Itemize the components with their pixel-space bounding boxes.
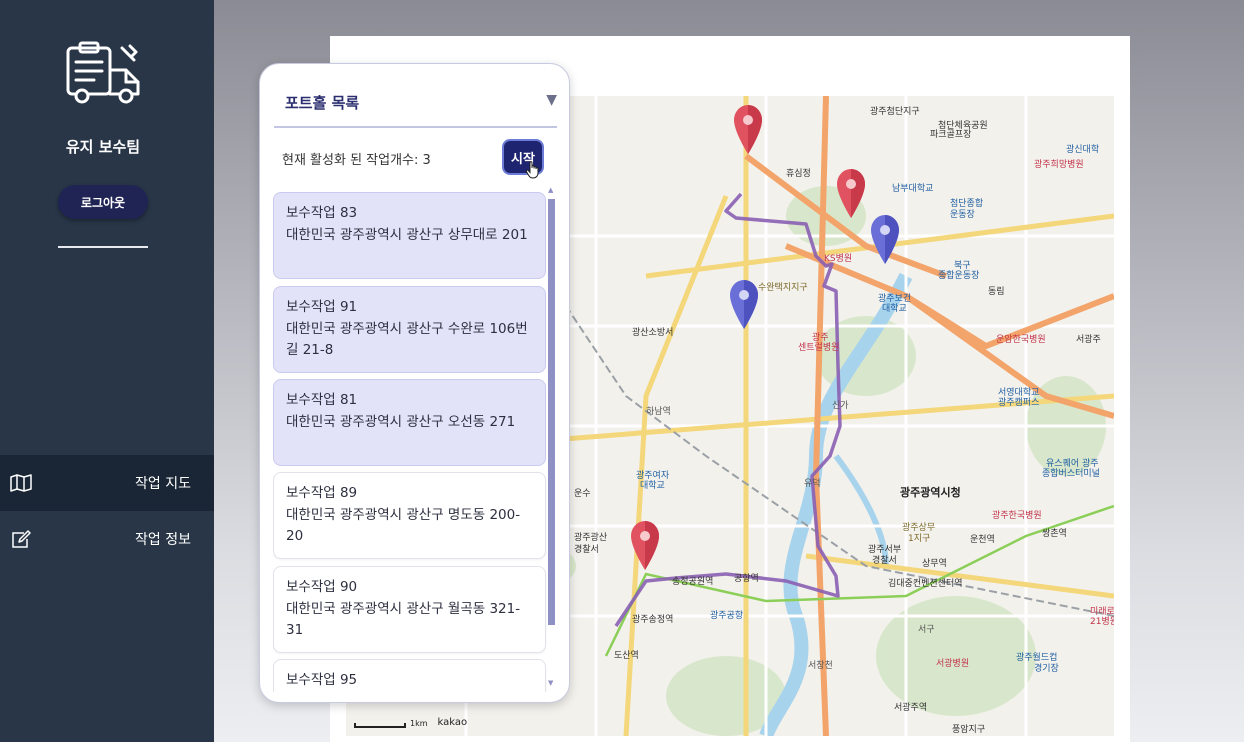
map-label: 도산역 [614, 651, 639, 661]
team-name: 유지 보수팀 [65, 138, 141, 156]
scroll-down-icon[interactable]: ▼ [548, 679, 553, 687]
map-label: 경찰서 [574, 545, 599, 555]
map-label: 유덕 [804, 479, 821, 489]
task-address: 대한민국 광주광역시 광산구 수완로 106번길 21-8 [286, 320, 528, 359]
map-label: 운천역 [970, 535, 995, 545]
map-label: 서광주역 [894, 703, 928, 713]
map-label: 광주첨단지구 [870, 107, 920, 117]
map-label: 경기장 [1034, 664, 1059, 674]
scrollbar-thumb[interactable] [548, 199, 555, 625]
scale-bar [354, 723, 406, 728]
blue-pin-icon[interactable] [870, 214, 900, 266]
map-label: 서광주 [1076, 335, 1101, 345]
map-label: 21병원 [1090, 617, 1114, 627]
hand-cursor-icon [525, 161, 539, 179]
map-label: 파크골프장 [930, 130, 972, 140]
map-label: 대학교 [882, 304, 907, 314]
task-title: 보수작업 89 [286, 485, 358, 501]
scroll-up-icon[interactable]: ▲ [548, 186, 553, 194]
panel-title: 포트홀 목록 [285, 94, 360, 112]
map-label: 풍암지구 [952, 725, 986, 735]
task-address: 대한민국 광주광역시 광산구 월곡동 321-31 [286, 600, 521, 639]
map-label: 운수 [574, 489, 591, 499]
map-label: 광신대학 [1066, 145, 1100, 155]
map-scale: 1km kakao [354, 717, 467, 728]
task-item[interactable]: 보수작업 90 대한민국 광주광역시 광산구 월곡동 321-31 [273, 566, 546, 653]
map-label: 공항역 [734, 574, 759, 584]
red-pin-icon[interactable] [836, 168, 866, 220]
map-label: KS병원 [824, 254, 853, 264]
task-address: 대한민국 광주광역시 광산구 상무대로 201 [286, 226, 528, 243]
edit-icon [12, 530, 31, 548]
map-label: 수완택지지구 [758, 283, 808, 293]
map-label: 광산소방서 [632, 328, 674, 338]
task-title: 보수작업 81 [286, 392, 358, 408]
blue-pin-icon[interactable] [729, 279, 759, 331]
map-label: 광주광역시청 [900, 486, 961, 499]
nav-label: 작업 정보 [135, 532, 191, 548]
task-title: 보수작업 95 [286, 672, 358, 688]
map-label: 운암한국병원 [996, 335, 1046, 345]
nav-item-task-info[interactable]: 작업 정보 [0, 511, 214, 567]
map-label: 광주한국병원 [992, 511, 1042, 521]
map-label: 대학교 [640, 481, 665, 491]
map-label: 쌍촌역 [1042, 529, 1067, 539]
task-item[interactable]: 보수작업 91 대한민국 광주광역시 광산구 수완로 106번길 21-8 [273, 286, 546, 373]
pothole-list-panel: 포트홀 목록 ▼ 현재 활성화 된 작업개수: 3 시작 보수작업 83 대한민… [259, 63, 570, 703]
logout-button[interactable]: 로그아웃 [58, 185, 148, 219]
map-label: 서구 [918, 625, 935, 635]
task-item[interactable]: 보수작업 83 대한민국 광주광역시 광산구 상무대로 201 [273, 192, 546, 279]
map-icon [10, 474, 32, 492]
map-label: 동림 [988, 287, 1005, 297]
red-pin-icon[interactable] [630, 520, 660, 572]
task-item[interactable]: 보수작업 81 대한민국 광주광역시 광산구 오선동 271 [273, 379, 546, 466]
task-list[interactable]: 보수작업 83 대한민국 광주광역시 광산구 상무대로 201 보수작업 91 … [273, 192, 547, 692]
map-attribution: kakao [437, 717, 468, 728]
task-item[interactable]: 보수작업 89 대한민국 광주광역시 광산구 명도동 200-20 [273, 472, 546, 559]
map-label: 1지구 [908, 534, 931, 544]
map-label: 센트럴병원 [798, 343, 840, 353]
task-address: 대한민국 광주광역시 광산구 오선동 271 [286, 413, 516, 430]
map-label: 광주희망병원 [1034, 160, 1084, 170]
map-label: 송정공원역 [672, 577, 714, 587]
map-label: 종합버스터미널 [1042, 469, 1100, 479]
task-address: 대한민국 광주광역시 광산구 명도동 200-20 [286, 506, 521, 545]
panel-header[interactable]: 포트홀 목록 ▼ [274, 90, 557, 128]
map-label: 하남역 [646, 407, 671, 417]
red-pin-icon[interactable] [733, 104, 763, 156]
map-label: 광주캠퍼스 [998, 398, 1040, 408]
map-label: 김대중컨벤션센터역 [888, 579, 963, 589]
map-label: 운동장 [950, 210, 975, 220]
map-label: 신가 [832, 401, 849, 411]
sidebar-divider [58, 246, 148, 248]
task-title: 보수작업 90 [286, 579, 358, 595]
nav-label: 작업 지도 [135, 476, 191, 492]
map-label: 경찰서 [872, 556, 897, 566]
truck-clipboard-icon [66, 41, 140, 104]
task-title: 보수작업 83 [286, 205, 358, 221]
map-label: 종합운동장 [938, 271, 980, 281]
map-label: 상무역 [922, 559, 947, 569]
map-label: 서창천 [808, 661, 833, 671]
nav-item-task-map[interactable]: 작업 지도 [0, 455, 214, 511]
sidebar: 유지 보수팀 로그아웃 작업 지도 작업 정보 [0, 0, 214, 742]
task-item[interactable]: 보수작업 95 [273, 659, 546, 692]
scale-label: 1km [410, 719, 428, 728]
task-title: 보수작업 91 [286, 299, 358, 315]
map-label: 광주공항 [710, 611, 744, 621]
map-label: 남부대학교 [892, 184, 934, 194]
map-label: 서광병원 [936, 659, 970, 669]
map-label: 휴심정 [786, 169, 811, 179]
chevron-down-icon[interactable]: ▼ [546, 92, 557, 108]
map-label: 광주송정역 [632, 615, 674, 625]
active-task-count: 현재 활성화 된 작업개수: 3 [282, 153, 431, 168]
